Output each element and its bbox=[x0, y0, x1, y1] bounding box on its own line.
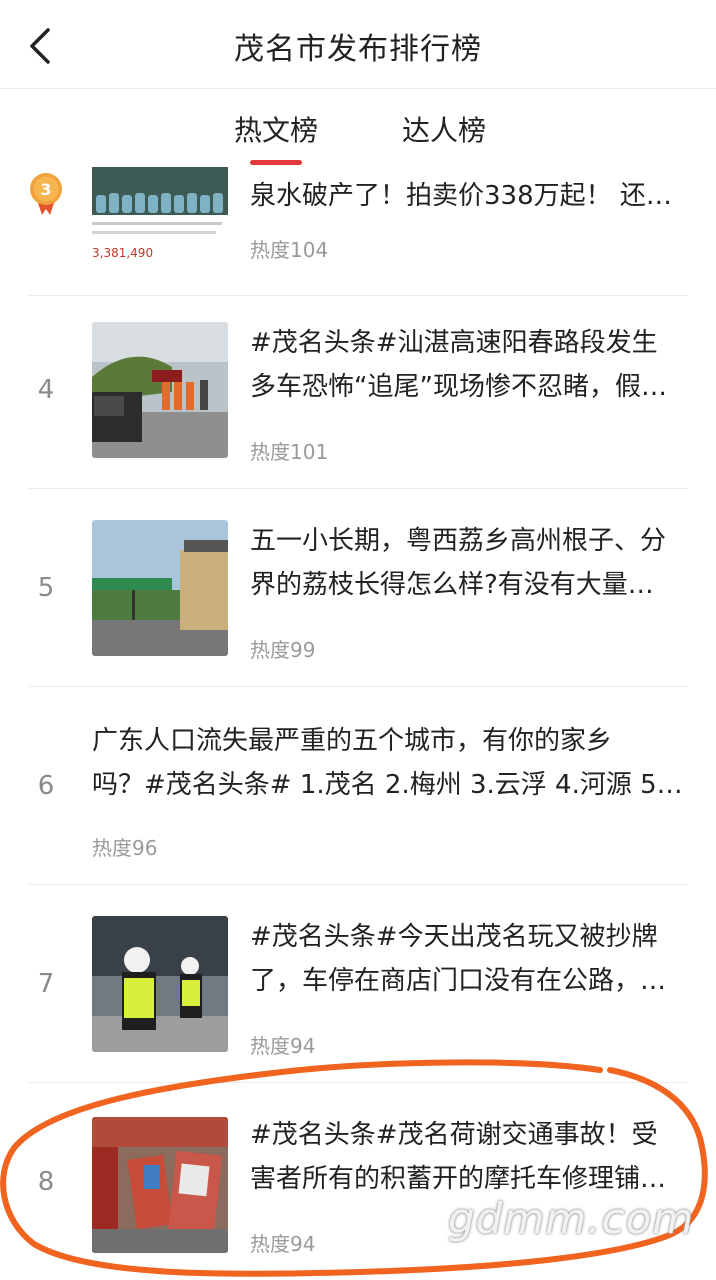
heat-value: 热度104 bbox=[250, 238, 329, 262]
list-item[interactable]: 6 广东人口流失最严重的五个城市，有你的家乡 吗？#茂名头条# 1.茂名 2.梅… bbox=[0, 687, 716, 885]
tab-hot-articles[interactable]: 热文榜 bbox=[234, 109, 318, 149]
rank-number: 6 bbox=[37, 771, 55, 801]
ranking-list: 3 3,381,490 泉水破产了！拍卖价338万起！ 还… 热度104 4 #… bbox=[0, 167, 716, 1280]
bronze-medal-icon: 3 bbox=[30, 173, 62, 215]
list-item[interactable]: 7 #茂名头条#今天出茂名玩又被抄牌 了，车停在商店门口没有在公路，… 热度94 bbox=[0, 885, 716, 1083]
tab-top-creators[interactable]: 达人榜 bbox=[402, 109, 486, 149]
list-item[interactable]: 5 五一小长期，粤西荔乡高州根子、分 界的荔枝长得怎么样?有没有大量… 热度99 bbox=[0, 489, 716, 687]
article-title: #茂名头条#汕湛高速阳春路段发生 多车恐怖“追尾”现场惨不忍睹，假… bbox=[250, 328, 667, 402]
rank-number: 4 bbox=[37, 375, 55, 405]
active-tab-indicator bbox=[250, 160, 302, 165]
tab-bar: 热文榜 达人榜 bbox=[0, 89, 716, 167]
medal-rank: 3 bbox=[40, 180, 51, 199]
page-title: 茂名市发布排行榜 bbox=[234, 32, 482, 67]
heat-value: 热度101 bbox=[250, 440, 329, 464]
article-thumbnail bbox=[92, 1117, 228, 1253]
article-thumbnail bbox=[92, 520, 228, 656]
list-item[interactable]: 8 #茂名头条#茂名荷谢交通事故！受 害者所有的积蓄开的摩托车修理铺… 热度94 bbox=[0, 1083, 716, 1280]
rank-number: 8 bbox=[37, 1167, 55, 1197]
article-title: 泉水破产了！拍卖价338万起！ 还… bbox=[250, 181, 672, 211]
article-thumbnail: 3,381,490 bbox=[92, 167, 228, 263]
rank-number: 5 bbox=[37, 573, 55, 603]
top-bar: 茂名市发布排行榜 bbox=[0, 0, 716, 89]
article-title: 广东人口流失最严重的五个城市，有你的家乡 吗？#茂名头条# 1.茂名 2.梅州 … bbox=[92, 726, 688, 800]
heat-value: 热度94 bbox=[250, 1034, 316, 1058]
watermark: gdmm.com bbox=[448, 1194, 695, 1243]
heat-value: 热度96 bbox=[92, 836, 158, 860]
heat-value: 热度94 bbox=[250, 1232, 316, 1256]
article-title: #茂名头条#茂名荷谢交通事故！受 害者所有的积蓄开的摩托车修理铺… bbox=[250, 1120, 667, 1194]
article-title: #茂名头条#今天出茂名玩又被抄牌 了，车停在商店门口没有在公路，… bbox=[250, 922, 667, 996]
article-thumbnail bbox=[92, 322, 228, 458]
list-item[interactable]: 4 #茂名头条#汕湛高速阳春路段发生 多车恐怖“追尾”现场惨不忍睹，假… 热度1… bbox=[0, 291, 716, 489]
rank-number: 7 bbox=[37, 969, 55, 999]
thumb-price: 3,381,490 bbox=[92, 246, 153, 260]
article-title: 五一小长期，粤西荔乡高州根子、分 界的荔枝长得怎么样?有没有大量… bbox=[250, 526, 667, 600]
article-thumbnail bbox=[92, 916, 228, 1052]
heat-value: 热度99 bbox=[250, 638, 316, 662]
list-item[interactable]: 3 3,381,490 泉水破产了！拍卖价338万起！ 还… 热度104 bbox=[0, 167, 716, 296]
